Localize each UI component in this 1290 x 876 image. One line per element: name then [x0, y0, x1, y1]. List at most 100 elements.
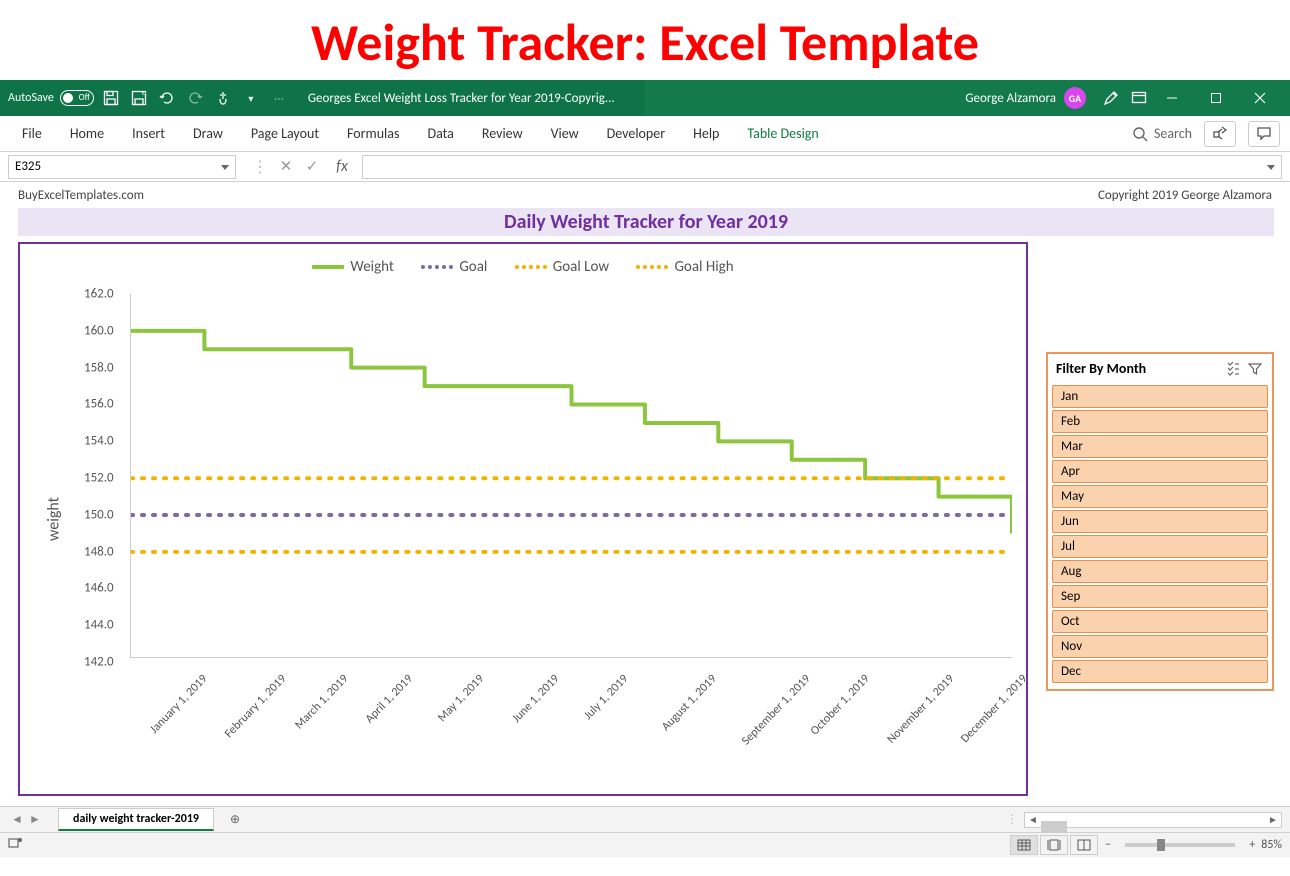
- x-tick: August 1, 2019: [659, 672, 720, 734]
- view-page-break-button[interactable]: [1070, 835, 1098, 855]
- chart-plot-area: [130, 294, 1012, 658]
- tab-table-design[interactable]: Table Design: [735, 119, 830, 148]
- slicer-item-feb[interactable]: Feb: [1052, 410, 1268, 433]
- slicer-item-may[interactable]: May: [1052, 485, 1268, 508]
- save-with-badge-icon[interactable]: [128, 87, 150, 109]
- legend-swatch-goal-high: [636, 265, 668, 269]
- y-tick: 152.0: [84, 471, 114, 486]
- formula-controls: ⋮ ✕ ✓ fx: [244, 157, 362, 177]
- draw-mode-icon[interactable]: [1100, 87, 1122, 109]
- zoom-value[interactable]: 85%: [1261, 838, 1282, 852]
- record-macro-icon[interactable]: [8, 836, 28, 854]
- view-normal-button[interactable]: [1010, 835, 1038, 855]
- x-tick: May 1, 2019: [436, 672, 488, 725]
- redo-icon[interactable]: [184, 87, 206, 109]
- tab-help[interactable]: Help: [681, 119, 731, 148]
- x-tick: September 1, 2019: [739, 672, 813, 748]
- slicer-item-jan[interactable]: Jan: [1052, 385, 1268, 408]
- x-tick: April 1, 2019: [363, 672, 416, 726]
- cancel-formula-icon[interactable]: ✕: [276, 157, 296, 176]
- comments-button[interactable]: [1248, 121, 1280, 147]
- slicer-item-jul[interactable]: Jul: [1052, 535, 1268, 558]
- qat-overflow-icon[interactable]: ⋯: [268, 87, 290, 109]
- multi-select-icon[interactable]: [1224, 361, 1242, 377]
- window-titlebar: AutoSave Off ▾ ⋯ Georges Excel Weight Lo…: [0, 80, 1290, 116]
- share-button[interactable]: [1204, 121, 1236, 147]
- y-tick: 156.0: [84, 397, 114, 412]
- horizontal-scrollbar[interactable]: ◄ ►: [1024, 812, 1282, 828]
- slicer-title: Filter By Month: [1056, 360, 1220, 377]
- y-tick: 154.0: [84, 434, 114, 449]
- x-tick: June 1, 2019: [509, 672, 562, 726]
- new-sheet-button[interactable]: ⊕: [224, 809, 246, 831]
- avatar: GA: [1064, 87, 1086, 109]
- zoom-in-button[interactable]: +: [1249, 838, 1255, 852]
- zoom-out-button[interactable]: −: [1105, 838, 1111, 852]
- slicer-item-dec[interactable]: Dec: [1052, 660, 1268, 683]
- tab-scroll-right-icon[interactable]: ►: [26, 812, 44, 827]
- ribbon-tabs: File Home Insert Draw Page Layout Formul…: [0, 116, 1290, 152]
- legend-swatch-weight: [312, 265, 344, 269]
- scroll-right-icon[interactable]: ►: [1265, 813, 1281, 826]
- tab-draw[interactable]: Draw: [181, 119, 235, 148]
- account-button[interactable]: George Alzamora GA: [965, 87, 1086, 109]
- scroll-left-icon[interactable]: ◄: [1025, 813, 1041, 826]
- tab-developer[interactable]: Developer: [595, 119, 677, 148]
- legend-swatch-goal: [421, 265, 453, 269]
- slicer-item-apr[interactable]: Apr: [1052, 460, 1268, 483]
- tab-page-layout[interactable]: Page Layout: [239, 119, 331, 148]
- fx-icon[interactable]: fx: [332, 157, 352, 176]
- document-title: Georges Excel Weight Loss Tracker for Ye…: [308, 91, 615, 106]
- clear-filter-icon[interactable]: [1246, 361, 1264, 377]
- tab-insert[interactable]: Insert: [120, 119, 177, 148]
- slicer-item-aug[interactable]: Aug: [1052, 560, 1268, 583]
- y-tick: 158.0: [84, 360, 114, 375]
- view-page-layout-button[interactable]: [1040, 835, 1068, 855]
- maximize-button[interactable]: [1194, 80, 1238, 116]
- worksheet-area: BuyExcelTemplates.com Copyright 2019 Geo…: [0, 182, 1290, 807]
- save-icon[interactable]: [100, 87, 122, 109]
- sheet-tab-active[interactable]: daily weight tracker-2019: [58, 808, 214, 831]
- tab-home[interactable]: Home: [58, 119, 116, 148]
- page-banner: Weight Tracker: Excel Template: [0, 0, 1290, 80]
- autosave-label: AutoSave: [8, 91, 54, 105]
- search-box[interactable]: Search: [1132, 125, 1192, 142]
- accept-formula-icon[interactable]: ✓: [302, 157, 322, 176]
- tab-file[interactable]: File: [10, 119, 54, 148]
- slicer-item-jun[interactable]: Jun: [1052, 510, 1268, 533]
- slicer-item-sep[interactable]: Sep: [1052, 585, 1268, 608]
- search-icon: [1132, 126, 1148, 142]
- y-tick: 146.0: [84, 581, 114, 596]
- slicer-item-nov[interactable]: Nov: [1052, 635, 1268, 658]
- undo-icon[interactable]: [156, 87, 178, 109]
- y-tick: 160.0: [84, 323, 114, 338]
- tab-view[interactable]: View: [539, 119, 591, 148]
- tab-review[interactable]: Review: [470, 119, 535, 148]
- chart-legend: Weight Goal Goal Low Goal High: [20, 244, 1026, 276]
- tab-data[interactable]: Data: [415, 119, 465, 148]
- formula-bar: E325 ⋮ ✕ ✓ fx: [0, 152, 1290, 182]
- ribbon-display-icon[interactable]: [1128, 87, 1150, 109]
- user-name: George Alzamora: [965, 91, 1056, 106]
- y-tick: 150.0: [84, 507, 114, 522]
- x-tick: January 1, 2019: [147, 672, 210, 737]
- minimize-button[interactable]: [1150, 80, 1194, 116]
- tab-formulas[interactable]: Formulas: [335, 119, 411, 148]
- close-button[interactable]: [1238, 80, 1282, 116]
- slicer-item-mar[interactable]: Mar: [1052, 435, 1268, 458]
- y-tick: 148.0: [84, 544, 114, 559]
- switch-off-icon[interactable]: Off: [60, 90, 94, 106]
- chart-container[interactable]: Weight Goal Goal Low Goal High weight 14…: [18, 242, 1028, 796]
- slicer-item-oct[interactable]: Oct: [1052, 610, 1268, 633]
- x-tick: February 1, 2019: [222, 672, 289, 741]
- touch-mode-icon[interactable]: [212, 87, 234, 109]
- tab-scroll-left-icon[interactable]: ◄: [8, 812, 26, 827]
- copyright-label: Copyright 2019 George Alzamora: [1098, 188, 1272, 203]
- formula-input[interactable]: [362, 155, 1282, 179]
- autosave-toggle[interactable]: AutoSave Off: [8, 90, 94, 106]
- sheet-tab-bar: ◄ ► daily weight tracker-2019 ⊕ ⋮ ◄ ►: [0, 807, 1290, 833]
- zoom-slider[interactable]: [1125, 843, 1235, 847]
- name-box[interactable]: E325: [8, 155, 236, 179]
- qat-dropdown-icon[interactable]: ▾: [240, 87, 262, 109]
- site-label: BuyExcelTemplates.com: [18, 188, 144, 203]
